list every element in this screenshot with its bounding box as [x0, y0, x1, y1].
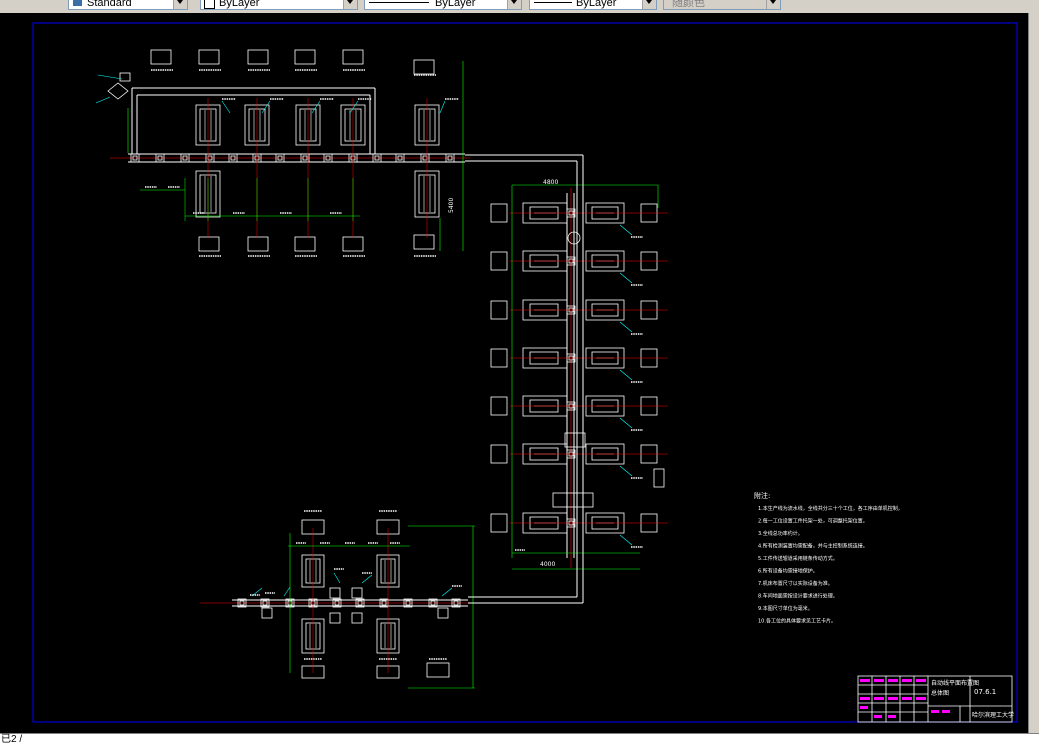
equipment-label-box — [490, 396, 508, 416]
leader-line — [619, 417, 633, 429]
note-line: 9.本图尺寸单位为毫米。 — [758, 605, 813, 612]
sheet-border — [32, 22, 1018, 723]
command-line[interactable]: 已2 / — [0, 733, 1039, 746]
lineweight-preview — [534, 2, 572, 3]
note-line: 2.每一工位设置工件托架一处，可调整托架位置。 — [758, 518, 868, 525]
leader-line — [283, 586, 291, 597]
dimension-top-total: 4800 — [543, 179, 558, 186]
leader-line — [619, 534, 633, 546]
layer-color-dropdown[interactable]: ByLayer — [200, 0, 358, 10]
equipment-label-box — [342, 236, 364, 252]
cad-drawing: 4800 5400 4000 附注: 1.本生产线为流水线，全线共分三十个工位，… — [32, 22, 1018, 723]
drawing-number: 07.6.1 — [974, 688, 996, 696]
chevron-down-icon[interactable] — [343, 0, 357, 9]
equipment-label-box — [150, 49, 172, 65]
top-line-section — [95, 49, 470, 257]
equipment-label-box — [198, 49, 220, 65]
leader-line — [619, 465, 633, 477]
fixture — [351, 587, 363, 599]
leader-line — [221, 100, 231, 114]
leader-line — [361, 574, 373, 584]
leader-line — [439, 100, 446, 114]
properties-toolbar: Standard ByLayer ByLayer ByLayer 随颜色 — [0, 0, 1039, 14]
equipment-label-box — [490, 251, 508, 271]
leader-line — [95, 96, 111, 104]
equipment-label-box — [490, 348, 508, 368]
note-line: 6.所有设备均需接地保护。 — [758, 568, 818, 575]
leader-line — [619, 369, 633, 381]
inspection-unit — [564, 432, 586, 448]
note-line: 5.工件传送辊道采用链条传动方式。 — [758, 555, 838, 562]
auxiliary-box — [653, 468, 665, 488]
chevron-down-icon[interactable] — [507, 0, 521, 9]
equipment-label-box — [198, 236, 220, 252]
plot-style-dropdown[interactable]: 随颜色 — [663, 0, 781, 10]
color-swatch-icon — [204, 0, 215, 9]
leader-line — [619, 321, 633, 333]
conveyor-connections — [465, 154, 584, 604]
title-line-1: 自动线平面布置图 — [931, 679, 979, 687]
fixture — [437, 607, 449, 619]
lineweight-dropdown[interactable]: ByLayer — [529, 0, 657, 10]
leader-line — [349, 100, 359, 114]
bottom-line-section — [200, 510, 480, 689]
equipment-label-box — [294, 236, 316, 252]
note-line: 3.全线总功率约计。 — [758, 530, 803, 537]
school-name: 哈尔滨理工大学 — [972, 711, 1014, 719]
leader-line — [333, 572, 341, 584]
equipment-label-box — [490, 300, 508, 320]
equipment-label-box — [294, 49, 316, 65]
fixture — [261, 607, 273, 619]
dimension-bottom-width: 4000 — [540, 561, 555, 568]
equipment-label-box — [490, 444, 508, 464]
vertical-scrollbar[interactable] — [1028, 13, 1039, 733]
linetype-dropdown[interactable]: ByLayer — [364, 0, 522, 10]
equipment-label-box — [413, 59, 435, 75]
note-line: 7.机床布置尺寸以实际设备为准。 — [758, 580, 833, 587]
right-line-section — [490, 184, 668, 570]
chevron-down-icon[interactable] — [766, 0, 780, 9]
loading-robot — [107, 82, 129, 100]
equipment-label-box — [426, 662, 450, 678]
drawing-viewport[interactable]: 4800 5400 4000 附注: 1.本生产线为流水线，全线共分三十个工位，… — [0, 13, 1039, 733]
chevron-down-icon[interactable] — [642, 0, 656, 9]
note-line: 4.所有检测装置均需配备，并与主控制系统连接。 — [758, 543, 868, 550]
leader-line — [619, 224, 633, 236]
technical-notes: 附注: 1.本生产线为流水线，全线共分三十个工位，各工序由单机控制， 2.每一工位… — [754, 491, 903, 625]
leader-line — [97, 74, 123, 80]
equipment-label-box — [342, 49, 364, 65]
equipment-label-box — [490, 513, 508, 533]
transfer-unit — [552, 492, 594, 508]
leader-line — [441, 587, 453, 597]
equipment-label-box — [247, 236, 269, 252]
text-style-dropdown[interactable]: Standard — [68, 0, 188, 10]
linetype-preview — [369, 2, 429, 3]
equipment-label-box — [413, 234, 435, 250]
text-style-icon — [73, 0, 82, 6]
note-line: 8.车间地面需按设计要求进行处理。 — [758, 593, 838, 600]
leader-line — [619, 272, 633, 284]
robot-base — [119, 72, 131, 82]
notes-title: 附注: — [754, 491, 770, 500]
equipment-label-box — [490, 203, 508, 223]
note-line: 10.各工位的具体要求见工艺卡片。 — [758, 618, 836, 625]
chevron-down-icon[interactable] — [173, 0, 187, 9]
dimension-right-total: 5400 — [448, 198, 455, 213]
fixture — [329, 587, 341, 599]
note-line: 1.本生产线为流水线，全线共分三十个工位，各工序由单机控制， — [758, 505, 903, 512]
equipment-label-box — [247, 49, 269, 65]
fixture — [351, 612, 363, 624]
title-line-2: 总体图 — [931, 689, 949, 697]
fixture — [329, 612, 341, 624]
